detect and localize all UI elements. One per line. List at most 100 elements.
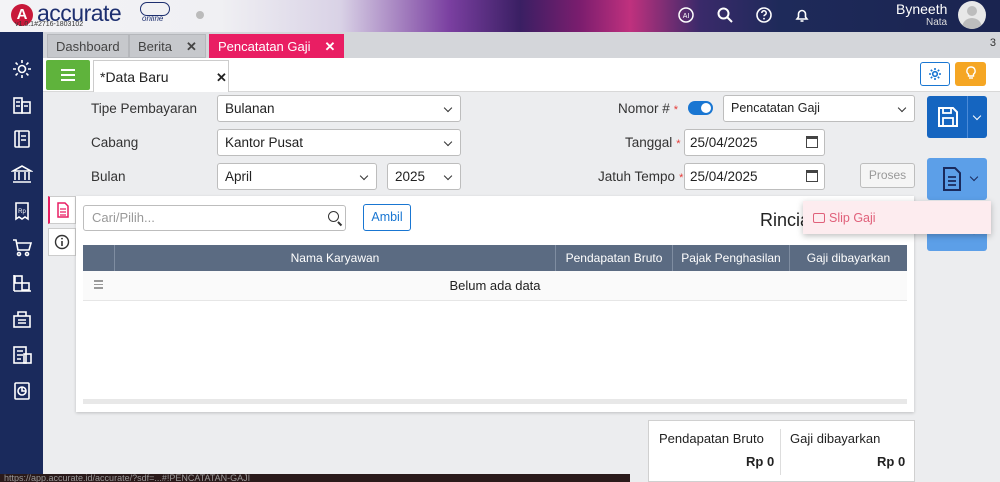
top-header: A accurate online v1.0.1#2716-1803102 AI… xyxy=(0,0,1000,32)
gaji-dibayarkan-total-value: Rp 0 xyxy=(877,454,906,469)
required-mark: * xyxy=(673,104,679,116)
jatuh-tempo-input[interactable]: 25/04/2025 xyxy=(684,163,825,190)
nomor-label-text: Nomor # xyxy=(618,101,670,116)
bell-icon[interactable] xyxy=(793,6,811,24)
column-header-pendapatan-bruto[interactable]: Pendapatan Bruto xyxy=(555,245,672,271)
divider xyxy=(780,429,781,475)
proses-button[interactable]: Proses xyxy=(860,163,915,188)
close-icon[interactable]: ✕ xyxy=(186,39,197,54)
tanggal-label-text: Tanggal xyxy=(625,135,673,150)
tipe-pembayaran-select[interactable]: Bulanan xyxy=(217,95,461,122)
ai-icon[interactable]: AI xyxy=(677,6,695,24)
column-header-nama-karyawan[interactable]: Nama Karyawan xyxy=(114,245,555,271)
save-button[interactable] xyxy=(927,96,987,138)
chevron-down-icon[interactable] xyxy=(969,172,979,182)
search-icon[interactable] xyxy=(328,211,339,222)
user-subtitle: Nata xyxy=(926,17,948,28)
jatuh-tempo-value: 25/04/2025 xyxy=(690,169,758,184)
column-header-gaji-dibayarkan[interactable]: Gaji dibayarkan xyxy=(789,245,907,271)
calendar-icon[interactable] xyxy=(806,170,818,182)
print-document-button[interactable] xyxy=(927,158,987,200)
required-mark: * xyxy=(679,172,684,184)
status-dot-icon xyxy=(196,11,204,19)
required-mark: * xyxy=(676,138,681,150)
slip-gaji-menu-item[interactable]: Slip Gaji xyxy=(813,211,876,225)
cabang-label: Cabang xyxy=(91,135,139,150)
sales-icon[interactable]: Rp xyxy=(11,200,33,222)
empty-state-text: Belum ada data xyxy=(449,278,541,293)
settings-icon[interactable] xyxy=(11,58,33,80)
slip-gaji-label: Slip Gaji xyxy=(829,211,876,225)
tab-bar: Dashboard Berita ✕ Pencatatan Gaji ✕ 3 xyxy=(43,32,1000,58)
tab-data-baru[interactable]: *Data Baru ✕ xyxy=(93,60,229,92)
help-icon[interactable] xyxy=(755,6,773,24)
handle-column-header xyxy=(83,245,114,271)
user-name[interactable]: Byneeth xyxy=(896,1,947,17)
info-icon xyxy=(54,234,70,250)
company-icon[interactable] xyxy=(11,93,33,115)
report-icon[interactable] xyxy=(11,380,33,402)
tax-icon[interactable] xyxy=(11,344,33,366)
detail-side-tabs xyxy=(48,196,76,256)
search-placeholder: Cari/Pilih... xyxy=(92,210,155,225)
status-url-bar: https://app.accurate.id/accurate/?sdf=..… xyxy=(0,474,630,482)
save-icon xyxy=(938,107,958,127)
ledger-icon[interactable] xyxy=(11,128,33,150)
document-icon xyxy=(943,167,961,191)
pendapatan-bruto-total-label: Pendapatan Bruto xyxy=(659,431,764,446)
gaji-dibayarkan-total-label: Gaji dibayarkan xyxy=(790,431,881,446)
calendar-icon[interactable] xyxy=(806,136,818,148)
svg-text:Rp: Rp xyxy=(18,209,26,215)
jatuh-tempo-label: Jatuh Tempo * xyxy=(598,169,683,184)
close-icon[interactable]: ✕ xyxy=(216,70,227,86)
detail-panel: Cari/Pilih... Ambil Rincia Nama Karyawan… xyxy=(76,196,914,412)
tab-berita[interactable]: Berita ✕ xyxy=(129,34,206,58)
year-select[interactable]: 2025 xyxy=(387,163,461,190)
tab-dashboard[interactable]: Dashboard xyxy=(47,34,129,58)
tanggal-value: 25/04/2025 xyxy=(690,135,758,150)
bulan-label: Bulan xyxy=(91,169,126,184)
svg-text:AI: AI xyxy=(683,13,690,20)
nomor-label: Nomor # * xyxy=(618,101,678,116)
horizontal-scrollbar[interactable] xyxy=(83,399,907,404)
nomor-select[interactable]: Pencatatan Gaji xyxy=(723,95,915,122)
table-row: Belum ada data xyxy=(83,271,907,301)
ambil-button[interactable]: Ambil xyxy=(363,204,411,231)
column-header-pajak-penghasilan[interactable]: Pajak Penghasilan xyxy=(672,245,789,271)
bank-icon[interactable] xyxy=(9,163,35,185)
list-view-button[interactable] xyxy=(46,60,90,90)
tab-count[interactable]: 3 xyxy=(990,37,996,49)
info-tab[interactable] xyxy=(48,228,76,256)
search-icon[interactable] xyxy=(716,6,734,24)
app-version: v1.0.1#2716-1803102 xyxy=(15,21,84,28)
pendapatan-bruto-total-value: Rp 0 xyxy=(746,454,775,469)
table-header: Nama Karyawan Pendapatan Bruto Pajak Pen… xyxy=(83,245,907,271)
auto-number-toggle[interactable] xyxy=(688,101,713,115)
month-select[interactable]: April xyxy=(217,163,377,190)
assets-icon[interactable] xyxy=(11,308,33,330)
jatuh-tempo-label-text: Jatuh Tempo xyxy=(598,169,676,184)
print-dropdown-menu: Slip Gaji xyxy=(803,201,991,234)
tab-pencatatan-gaji[interactable]: Pencatatan Gaji ✕ xyxy=(209,34,345,58)
avatar[interactable] xyxy=(958,1,986,29)
tab-label: Berita xyxy=(138,39,172,54)
tipe-pembayaran-label: Tipe Pembayaran xyxy=(91,101,198,116)
printer-icon xyxy=(813,213,825,223)
tab-label: *Data Baru xyxy=(100,69,169,85)
cart-icon[interactable] xyxy=(11,236,33,258)
tab-label: Pencatatan Gaji xyxy=(218,39,311,54)
logo-sub: online xyxy=(142,14,164,23)
tab-label: Dashboard xyxy=(56,39,120,54)
cabang-select[interactable]: Kantor Pusat xyxy=(217,129,461,156)
inventory-icon[interactable] xyxy=(11,272,33,294)
tanggal-label: Tanggal * xyxy=(625,135,681,150)
document-toolbar: *Data Baru ✕ xyxy=(43,58,1000,92)
detail-tab[interactable] xyxy=(48,196,76,224)
lightbulb-icon[interactable] xyxy=(955,62,986,86)
close-icon[interactable]: ✕ xyxy=(325,39,336,54)
chevron-down-icon[interactable] xyxy=(972,111,982,121)
gear-icon[interactable] xyxy=(920,62,950,86)
search-input[interactable]: Cari/Pilih... xyxy=(83,205,346,231)
tanggal-input[interactable]: 25/04/2025 xyxy=(684,129,825,156)
document-icon xyxy=(56,202,69,218)
